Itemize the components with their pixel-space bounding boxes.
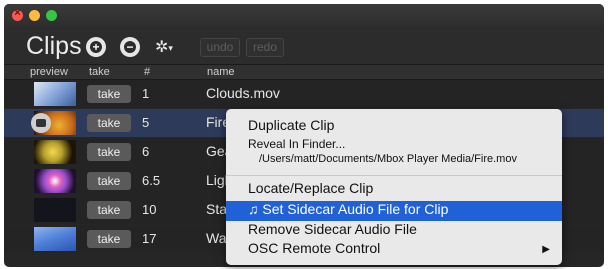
- clip-number: 6: [142, 144, 150, 159]
- maximize-window-button[interactable]: [46, 10, 57, 21]
- submenu-arrow-icon: ▶: [542, 244, 550, 255]
- clip-thumbnail: [34, 198, 76, 222]
- menu-divider: [226, 175, 562, 176]
- menu-item-reveal-in-finder[interactable]: Reveal In Finder...: [226, 137, 562, 153]
- toolbar: Clips + − ✲▾ undo redo: [4, 26, 604, 65]
- plus-icon: +: [90, 41, 102, 53]
- column-header-take[interactable]: take: [89, 65, 110, 79]
- context-menu: Duplicate Clip Reveal In Finder... /User…: [226, 109, 562, 265]
- add-clip-button[interactable]: +: [86, 37, 106, 57]
- settings-menu-button[interactable]: ✲▾: [155, 37, 173, 57]
- chevron-down-icon: ▾: [168, 43, 173, 53]
- clip-thumbnail: [34, 140, 76, 164]
- undo-button[interactable]: undo: [200, 38, 240, 57]
- clip-number: 6.5: [142, 173, 161, 188]
- clip-name: Clouds.mov: [206, 85, 280, 101]
- menu-item-duplicate-clip[interactable]: Duplicate Clip: [226, 117, 562, 137]
- clip-number: 5: [142, 115, 150, 130]
- gear-icon: ✲: [155, 39, 169, 56]
- take-button[interactable]: take: [87, 114, 131, 132]
- camera-icon[interactable]: [31, 113, 51, 133]
- take-button[interactable]: take: [87, 143, 131, 161]
- file-path-label: /Users/matt/Documents/Mbox Player Media/…: [259, 153, 517, 165]
- clip-number: 17: [142, 231, 157, 246]
- close-window-button[interactable]: ×: [12, 7, 23, 21]
- minimize-window-button[interactable]: [29, 10, 40, 21]
- remove-clip-button[interactable]: −: [120, 37, 140, 57]
- menu-item-locate-replace-clip[interactable]: Locate/Replace Clip: [226, 180, 562, 200]
- minus-icon: −: [124, 41, 136, 53]
- take-button[interactable]: take: [87, 85, 131, 103]
- column-header-number[interactable]: #: [144, 65, 150, 79]
- take-button[interactable]: take: [87, 172, 131, 190]
- menu-item-remove-sidecar-audio[interactable]: Remove Sidecar Audio File: [226, 221, 562, 241]
- take-button[interactable]: take: [87, 230, 131, 248]
- table-header: preview take # name: [4, 65, 604, 80]
- menu-item-set-sidecar-audio[interactable]: ♫ Set Sidecar Audio File for Clip: [226, 201, 562, 221]
- clip-thumbnail: [34, 169, 76, 193]
- clip-thumbnail: [34, 227, 76, 251]
- title-bar: ×: [4, 4, 604, 26]
- clip-number: 1: [142, 86, 150, 101]
- table-row[interactable]: take 1 Clouds.mov: [4, 80, 604, 108]
- column-header-preview[interactable]: preview: [30, 65, 68, 79]
- menu-item-osc-remote-control[interactable]: OSC Remote Control ▶: [226, 240, 562, 260]
- clip-number: 10: [142, 202, 157, 217]
- redo-button[interactable]: redo: [246, 38, 284, 57]
- take-button[interactable]: take: [87, 201, 131, 219]
- clip-thumbnail: [34, 82, 76, 106]
- page-title: Clips: [26, 32, 82, 60]
- column-header-name[interactable]: name: [207, 65, 235, 79]
